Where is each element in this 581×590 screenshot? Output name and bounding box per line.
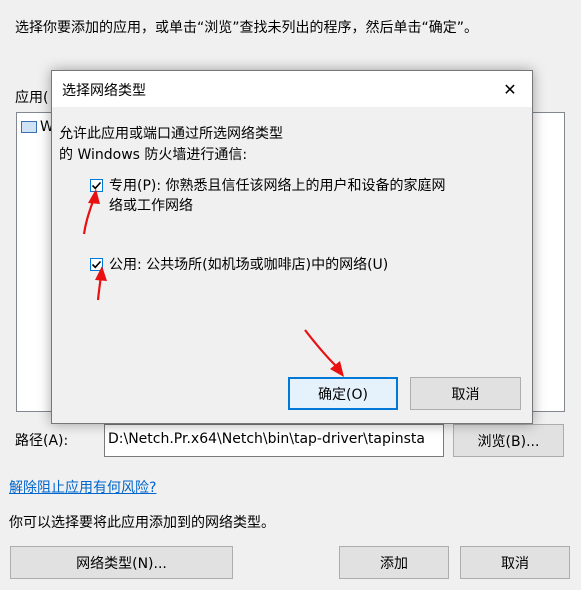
checkmark-icon [91, 181, 102, 190]
app-list-item[interactable]: W [21, 117, 54, 137]
dialog-titlebar: 选择网络类型 ✕ [52, 71, 532, 107]
public-network-label[interactable]: 公用: 公共场所(如机场或咖啡店)中的网络(U) [109, 254, 388, 274]
dialog-title: 选择网络类型 [62, 83, 146, 99]
path-input[interactable]: D:\Netch.Pr.x64\Netch\bin\tap-driver\tap… [104, 424, 444, 457]
ok-button[interactable]: 确定(O) [288, 377, 398, 410]
main-cancel-button[interactable]: 取消 [460, 546, 570, 579]
browse-button[interactable]: 浏览(B)... [453, 424, 564, 457]
network-type-hint: 你可以选择要将此应用添加到的网络类型。 [9, 515, 275, 531]
risk-link[interactable]: 解除阻止应用有何风险? [9, 477, 156, 497]
add-button[interactable]: 添加 [339, 546, 449, 579]
dialog-description-line2: 的 Windows 防火墙进行通信: [59, 147, 248, 163]
public-network-checkbox[interactable] [90, 258, 103, 271]
checkmark-icon [91, 260, 102, 269]
private-network-checkbox[interactable] [90, 179, 103, 192]
dialog-description-line1: 允许此应用或端口通过所选网络类型 [59, 126, 283, 142]
private-network-label-line2[interactable]: 络或工作网络 [109, 195, 193, 215]
apps-label: 应用( [15, 90, 49, 106]
app-icon [21, 121, 37, 133]
close-icon[interactable]: ✕ [488, 71, 532, 107]
network-type-button[interactable]: 网络类型(N)... [10, 546, 233, 579]
dialog-cancel-button[interactable]: 取消 [410, 377, 521, 410]
instruction-text: 选择你要添加的应用，或单击“浏览”查找未列出的程序，然后单击“确定”。 [15, 20, 479, 36]
network-type-dialog: 选择网络类型 ✕ 允许此应用或端口通过所选网络类型 的 Windows 防火墙进… [51, 70, 533, 424]
path-label: 路径(A): [15, 433, 69, 449]
private-network-label-line1[interactable]: 专用(P): 你熟悉且信任该网络上的用户和设备的家庭网 [109, 175, 446, 195]
